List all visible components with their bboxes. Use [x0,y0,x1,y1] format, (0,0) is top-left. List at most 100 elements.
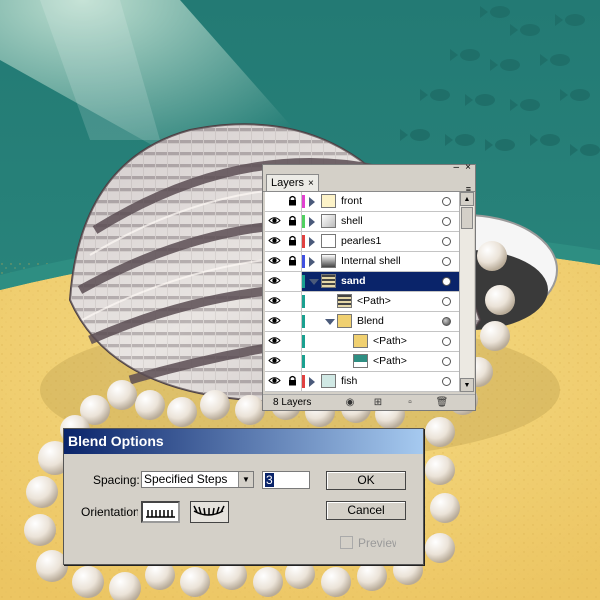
layer-name: shell [341,215,363,227]
align-to-path-button[interactable] [190,501,229,523]
create-sublayer-icon[interactable]: ⊞ [371,396,385,409]
visibility-toggle[interactable] [265,192,285,211]
visibility-toggle[interactable] [265,352,285,371]
spacing-value: Specified Steps [144,472,228,486]
eye-icon [268,236,281,248]
tab-layers[interactable]: Layers × [266,174,319,191]
panel-title-bar[interactable]: – × [263,163,475,173]
spacing-select[interactable]: Specified Steps ▼ [141,471,254,488]
layer-row[interactable]: front [265,192,459,212]
layer-row[interactable]: fish [265,372,459,392]
align-to-page-button[interactable] [141,501,180,523]
make-clipping-mask-icon[interactable]: ◉ [343,396,357,409]
layer-thumbnail [337,314,352,328]
create-layer-icon[interactable]: ▫ [403,396,417,409]
tab-close-icon[interactable]: × [308,178,314,189]
target-icon[interactable] [442,237,451,246]
scroll-thumb[interactable] [461,207,473,229]
target-icon[interactable] [442,297,451,306]
steps-input[interactable]: 3 [262,471,310,489]
lock-toggle[interactable] [284,272,302,291]
layer-row[interactable]: shell [265,212,459,232]
layer-row[interactable]: <Path> [265,352,459,372]
chevron-down-icon[interactable]: ▼ [238,472,253,487]
target-icon[interactable] [442,317,451,326]
eye-icon [268,296,281,308]
dialog-title[interactable]: Blend Options [64,429,423,454]
layer-color-tag [302,235,305,248]
lock-toggle[interactable] [284,192,302,211]
lock-toggle[interactable] [284,252,302,271]
target-icon[interactable] [442,357,451,366]
eye-icon [268,276,281,288]
tab-layers-label: Layers [271,177,305,189]
eye-icon [268,376,281,388]
layer-color-tag [302,255,305,268]
layer-row[interactable]: <Path> [265,292,459,312]
visibility-toggle[interactable] [265,332,285,351]
layers-panel: – × Layers × ≡ front shell pearles1 Internal… [262,163,476,411]
lock-toggle[interactable] [284,232,302,251]
layer-thumbnail [353,354,368,368]
expand-closed-icon[interactable] [309,217,315,227]
layer-thumbnail [321,374,336,388]
target-icon[interactable] [442,257,451,266]
layer-color-tag [302,215,305,228]
scroll-up-icon[interactable]: ▲ [460,192,474,206]
eye-icon [268,316,281,328]
cancel-button[interactable]: Cancel [326,501,406,520]
eye-icon [268,356,281,368]
layer-color-tag [302,375,305,388]
scroll-down-icon[interactable]: ▼ [460,378,474,392]
layer-name: <Path> [357,295,391,307]
visibility-toggle[interactable] [265,212,285,231]
visibility-toggle[interactable] [265,372,285,391]
orientation-label: Orientation: [81,505,138,519]
target-icon[interactable] [442,377,451,386]
eye-icon [268,256,281,268]
lock-toggle[interactable] [284,292,302,311]
layer-color-tag [302,335,305,348]
expand-open-icon[interactable] [309,279,319,285]
blend-options-dialog: Blend Options Spacing: Specified Steps ▼… [63,428,424,565]
target-icon[interactable] [442,337,451,346]
layer-row[interactable]: <Path> [265,332,459,352]
lock-icon [288,255,297,269]
layer-color-tag [302,295,305,308]
delete-layer-icon[interactable]: 🗑 [435,396,449,409]
layer-row[interactable]: Blend [265,312,459,332]
layer-thumbnail [321,254,336,268]
target-icon[interactable] [442,277,451,286]
target-icon[interactable] [442,197,451,206]
expand-closed-icon[interactable] [309,197,315,207]
layer-row[interactable]: sand [265,272,459,292]
expand-open-icon[interactable] [325,319,335,325]
layer-row[interactable]: Internal shell [265,252,459,272]
layer-name: sand [341,275,366,287]
visibility-toggle[interactable] [265,312,285,331]
lock-toggle[interactable] [284,372,302,391]
layer-row[interactable]: pearles1 [265,232,459,252]
minimize-icon[interactable]: – [453,163,459,173]
layer-thumbnail [321,274,336,288]
visibility-toggle[interactable] [265,232,285,251]
layer-count: 8 Layers [273,397,312,408]
panel-footer: 8 Layers ◉ ⊞ ▫ 🗑 [263,394,475,411]
ok-button[interactable]: OK [326,471,406,490]
visibility-toggle[interactable] [265,252,285,271]
lock-toggle[interactable] [284,212,302,231]
lock-toggle[interactable] [284,312,302,331]
lock-toggle[interactable] [284,352,302,371]
layers-scrollbar[interactable]: ▲ ▼ [459,192,474,392]
expand-closed-icon[interactable] [309,377,315,387]
layer-thumbnail [321,194,336,208]
lock-icon [288,195,297,209]
expand-closed-icon[interactable] [309,257,315,267]
lock-toggle[interactable] [284,332,302,351]
target-icon[interactable] [442,217,451,226]
visibility-toggle[interactable] [265,272,285,291]
expand-closed-icon[interactable] [309,237,315,247]
preview-checkbox[interactable] [340,536,353,549]
close-panel-icon[interactable]: × [465,163,471,173]
visibility-toggle[interactable] [265,292,285,311]
